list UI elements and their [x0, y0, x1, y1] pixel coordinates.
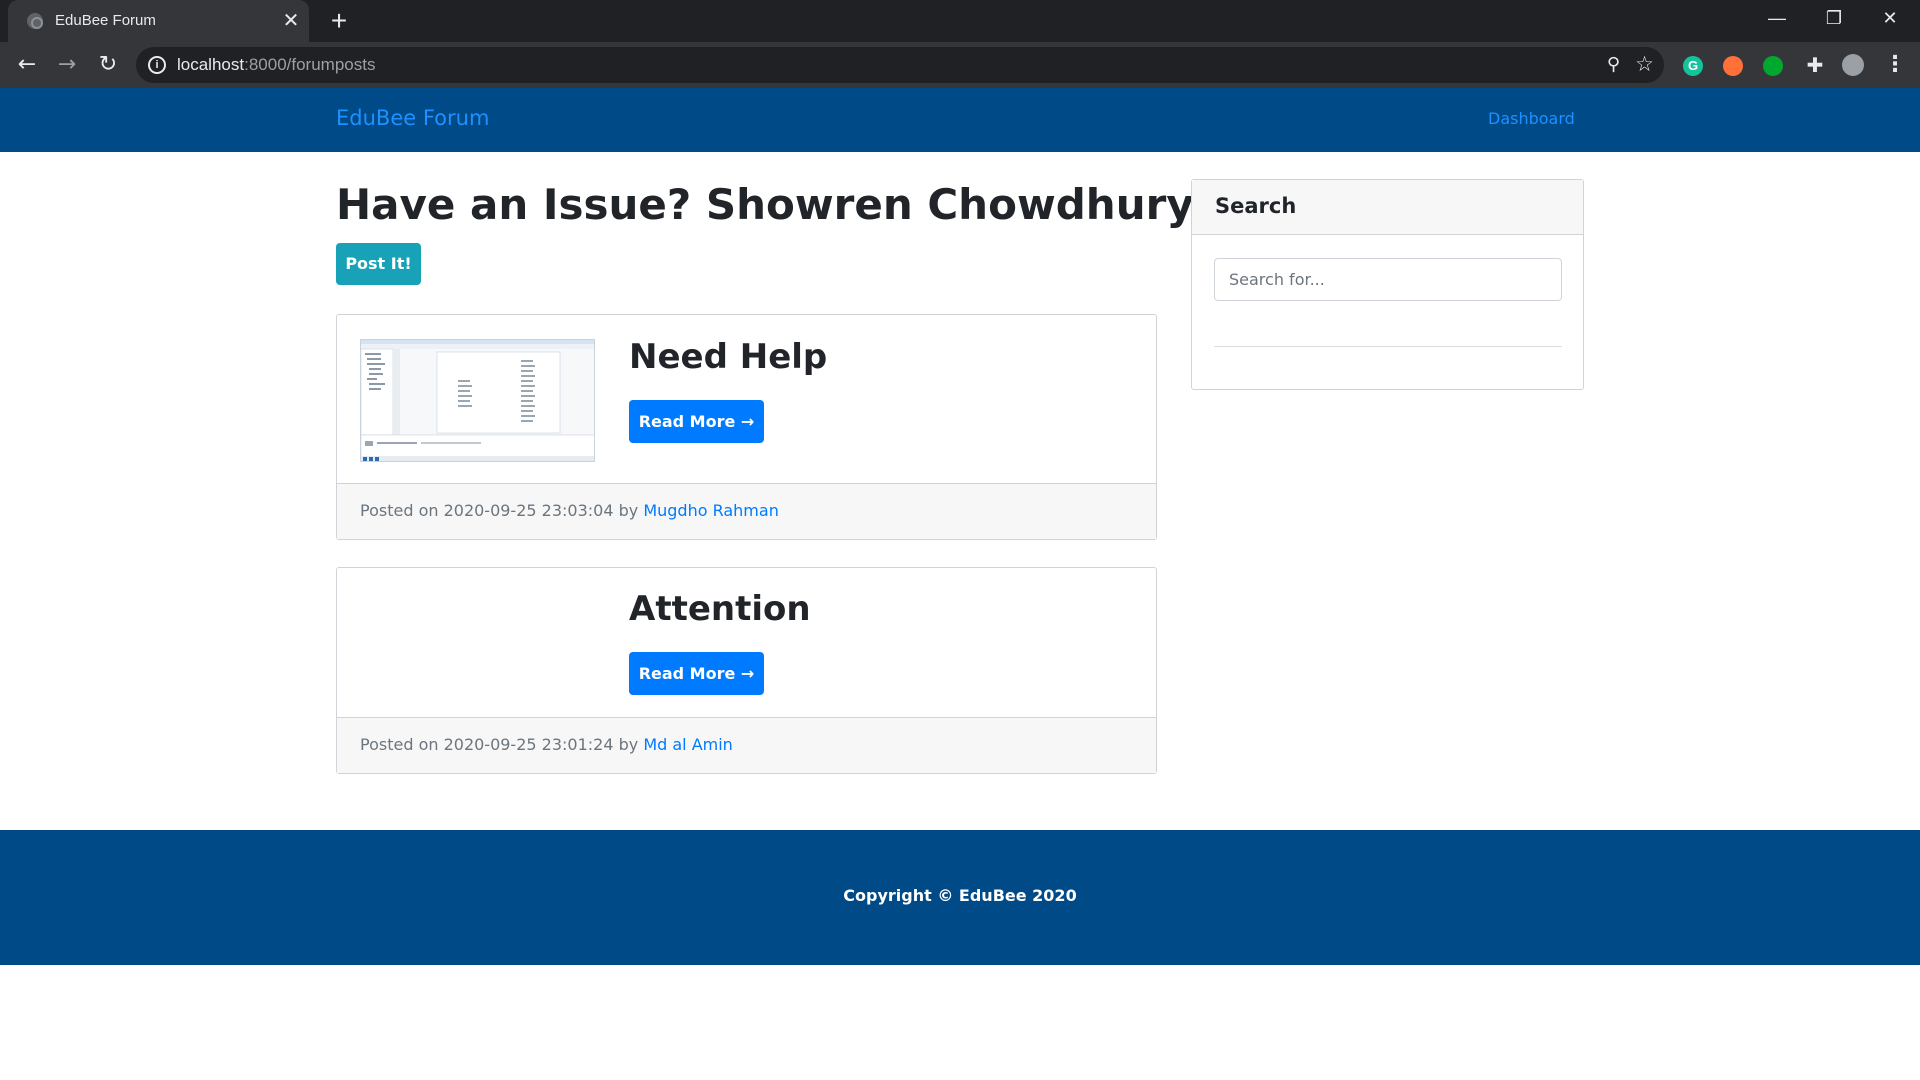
grammarly-icon[interactable]: G	[1683, 56, 1703, 76]
address-bar[interactable]: i localhost:8000/forumposts ⚲ ☆	[136, 47, 1664, 83]
read-more-button[interactable]: Read More →	[629, 652, 764, 695]
author-link[interactable]: Md al Amin	[643, 735, 733, 754]
post-date-text: Posted on 2020-09-25 23:03:04 by	[360, 501, 639, 520]
post-meta: Posted on 2020-09-25 23:01:24 by Md al A…	[360, 735, 733, 754]
zoom-icon[interactable]: ⚲	[1607, 54, 1620, 75]
url-path: :8000/forumposts	[244, 55, 376, 74]
reload-icon[interactable]: ↻	[94, 51, 122, 79]
divider	[1214, 346, 1562, 347]
restore-icon[interactable]: ❐	[1806, 0, 1862, 38]
forward-arrow-icon[interactable]: →	[53, 51, 81, 79]
profile-avatar[interactable]	[1842, 54, 1864, 76]
browser-toolbar: ← → ↻ i localhost:8000/forumposts ⚲ ☆ G …	[0, 42, 1920, 88]
copyright-text: Copyright © EduBee 2020	[843, 886, 1077, 905]
url-host: localhost	[177, 55, 245, 74]
screenshot-thumbnail-image	[361, 340, 594, 461]
brand-link[interactable]: EduBee Forum	[336, 106, 489, 130]
puzzle-icon[interactable]: ✚	[1802, 52, 1828, 78]
post-title: Need Help	[629, 337, 828, 377]
search-title: Search	[1215, 194, 1297, 218]
post-card-footer: Posted on 2020-09-25 23:03:04 by Mugdho …	[337, 483, 1156, 539]
back-arrow-icon[interactable]: ←	[13, 51, 41, 79]
read-more-button[interactable]: Read More →	[629, 400, 764, 443]
new-tab-icon[interactable]: +	[326, 7, 352, 35]
info-icon[interactable]: i	[148, 56, 166, 74]
post-thumbnail[interactable]	[360, 339, 595, 462]
post-it-button[interactable]: Post It!	[336, 243, 421, 285]
url-text[interactable]: localhost:8000/forumposts	[177, 55, 375, 75]
post-card: Attention Read More → Posted on 2020-09-…	[336, 567, 1157, 774]
post-meta: Posted on 2020-09-25 23:03:04 by Mugdho …	[360, 501, 779, 520]
close-tab-icon[interactable]: ✕	[280, 9, 302, 31]
globe-icon	[27, 13, 43, 29]
post-card: Need Help Read More → Posted on 2020-09-…	[336, 314, 1157, 540]
site-navbar: EduBee Forum Dashboard	[0, 88, 1920, 152]
page-viewport: EduBee Forum Dashboard Have an Issue? Sh…	[0, 88, 1920, 1080]
search-widget-header: Search	[1192, 180, 1583, 235]
window-close-icon[interactable]: ✕	[1862, 0, 1918, 38]
browser-tabstrip: EduBee Forum ✕ + — ❐ ✕	[0, 0, 1920, 42]
bookmark-star-icon[interactable]: ☆	[1635, 52, 1654, 76]
tab-title: EduBee Forum	[55, 12, 156, 29]
evernote-icon[interactable]	[1763, 56, 1783, 76]
dashboard-link[interactable]: Dashboard	[1488, 109, 1575, 128]
more-menu-icon[interactable]: ⋮	[1884, 51, 1906, 79]
post-card-footer: Posted on 2020-09-25 23:01:24 by Md al A…	[337, 717, 1156, 773]
post-date-text: Posted on 2020-09-25 23:01:24 by	[360, 735, 639, 754]
author-link[interactable]: Mugdho Rahman	[643, 501, 779, 520]
search-widget: Search	[1191, 179, 1584, 390]
fox-extension-icon[interactable]	[1723, 56, 1743, 76]
site-footer: Copyright © EduBee 2020	[0, 830, 1920, 965]
browser-tab[interactable]: EduBee Forum ✕	[8, 0, 309, 42]
search-input[interactable]	[1214, 258, 1562, 301]
page-title: Have an Issue? Showren Chowdhury	[336, 180, 1194, 229]
post-title: Attention	[629, 589, 811, 629]
minimize-icon[interactable]: —	[1749, 0, 1805, 38]
